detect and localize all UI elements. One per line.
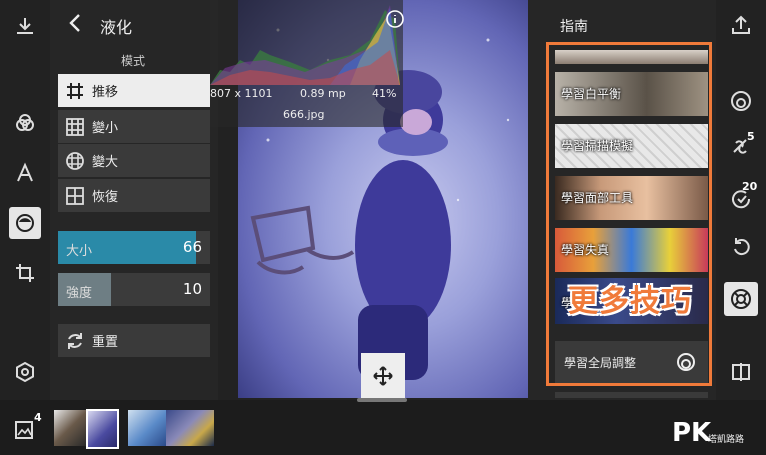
size-slider-value: 66 xyxy=(182,238,202,256)
drag-handle[interactable] xyxy=(357,398,407,402)
reset-button[interactable]: 重置 xyxy=(58,324,210,357)
watermark-subtext: 塔凱路路 xyxy=(708,435,745,445)
help-ring-button[interactable] xyxy=(724,282,758,316)
info-icon[interactable] xyxy=(386,10,404,32)
strength-slider[interactable]: 強度 10 xyxy=(58,273,210,306)
left-toolbar xyxy=(0,0,50,400)
reset-label: 重置 xyxy=(92,335,119,350)
gallery-badge: 4 xyxy=(34,411,42,424)
image-megapixels: 0.89 mp xyxy=(300,87,346,100)
watermark-logo: PK xyxy=(672,418,712,448)
thumbnail-3[interactable] xyxy=(128,410,166,446)
mode-shrink-button[interactable]: 變小 xyxy=(58,110,210,143)
size-slider[interactable]: 大小 66 xyxy=(58,231,210,264)
grid-restore-icon xyxy=(58,186,92,206)
global-adjust-button[interactable]: 學習全局調整 xyxy=(555,341,708,383)
mode-label: 模式 xyxy=(121,54,146,68)
image-zoom-percent: 41% xyxy=(372,87,397,100)
mode-shrink-label: 變小 xyxy=(92,121,119,136)
guide-item-label: 學習掃描模擬 xyxy=(561,139,634,153)
mode-push-label: 推移 xyxy=(92,85,119,100)
gallery-icon[interactable] xyxy=(14,418,36,444)
grid-shrink-icon xyxy=(58,117,92,137)
refresh-icon xyxy=(58,331,92,351)
strength-slider-label: 強度 xyxy=(66,286,93,301)
grid-grow-icon xyxy=(58,151,92,171)
undo-icon[interactable] xyxy=(726,232,756,262)
move-arrows-icon xyxy=(373,365,393,386)
strength-slider-value: 10 xyxy=(182,280,202,298)
histogram-chart xyxy=(210,5,400,85)
move-handle[interactable] xyxy=(361,353,405,398)
mode-restore-label: 恢復 xyxy=(92,190,119,205)
guide-item-label: 學習失真 xyxy=(561,243,610,257)
guide-item-label: 學習面部工具 xyxy=(561,191,634,205)
download-icon[interactable] xyxy=(9,10,41,42)
global-adjust-label: 學習全局調整 xyxy=(564,356,637,370)
share-icon[interactable] xyxy=(726,10,756,40)
panel-title: 液化 xyxy=(100,18,133,37)
crop-icon[interactable] xyxy=(9,257,41,289)
guide-item-white-balance[interactable]: 學習白平衡 xyxy=(555,72,708,116)
image-filename: 666.jpg xyxy=(283,108,325,121)
thumbnail-4[interactable] xyxy=(166,410,214,446)
guide-item-distortion[interactable]: 學習失真 xyxy=(555,228,708,272)
mode-grow-label: 變大 xyxy=(92,155,119,170)
history-badge: 20 xyxy=(742,180,758,193)
liquify-panel: 液化 模式 推移 變小 變大 恢復 大小 66 強度 10 重置 xyxy=(50,0,218,400)
size-slider-label: 大小 xyxy=(66,244,93,259)
text-icon[interactable] xyxy=(9,157,41,189)
thumbnail-1[interactable] xyxy=(54,410,86,446)
back-icon[interactable] xyxy=(68,12,82,38)
settings-hex-icon[interactable] xyxy=(9,356,41,388)
spiral-icon[interactable] xyxy=(726,86,756,116)
histogram-overlay: 807 x 1101 0.89 mp 41% 666.jpg xyxy=(210,0,404,127)
guide-item-label: 學習白平衡 xyxy=(561,87,622,101)
thumbnail-2-selected[interactable] xyxy=(86,409,119,449)
image-dimensions: 807 x 1101 xyxy=(210,87,273,100)
face-icon[interactable] xyxy=(9,207,41,239)
guide-item-scan[interactable]: 學習掃描模擬 xyxy=(555,124,708,168)
help-ring-icon xyxy=(731,289,751,309)
guide-item-partial[interactable] xyxy=(555,50,708,64)
mode-push-button[interactable]: 推移 xyxy=(58,74,210,107)
mode-grow-button[interactable]: 變大 xyxy=(58,144,210,177)
guide-item-next-partial xyxy=(555,392,708,398)
grid-push-icon xyxy=(58,81,92,101)
color-circles-icon[interactable] xyxy=(9,108,41,140)
mode-restore-button[interactable]: 恢復 xyxy=(58,179,210,212)
guide-title: 指南 xyxy=(560,19,588,35)
healing-badge: 5 xyxy=(747,130,755,143)
compare-icon[interactable] xyxy=(726,357,756,387)
spiral-icon xyxy=(676,352,696,376)
more-tips-banner: 更多技巧 xyxy=(568,284,692,319)
guide-item-face-tools[interactable]: 學習面部工具 xyxy=(555,176,708,220)
